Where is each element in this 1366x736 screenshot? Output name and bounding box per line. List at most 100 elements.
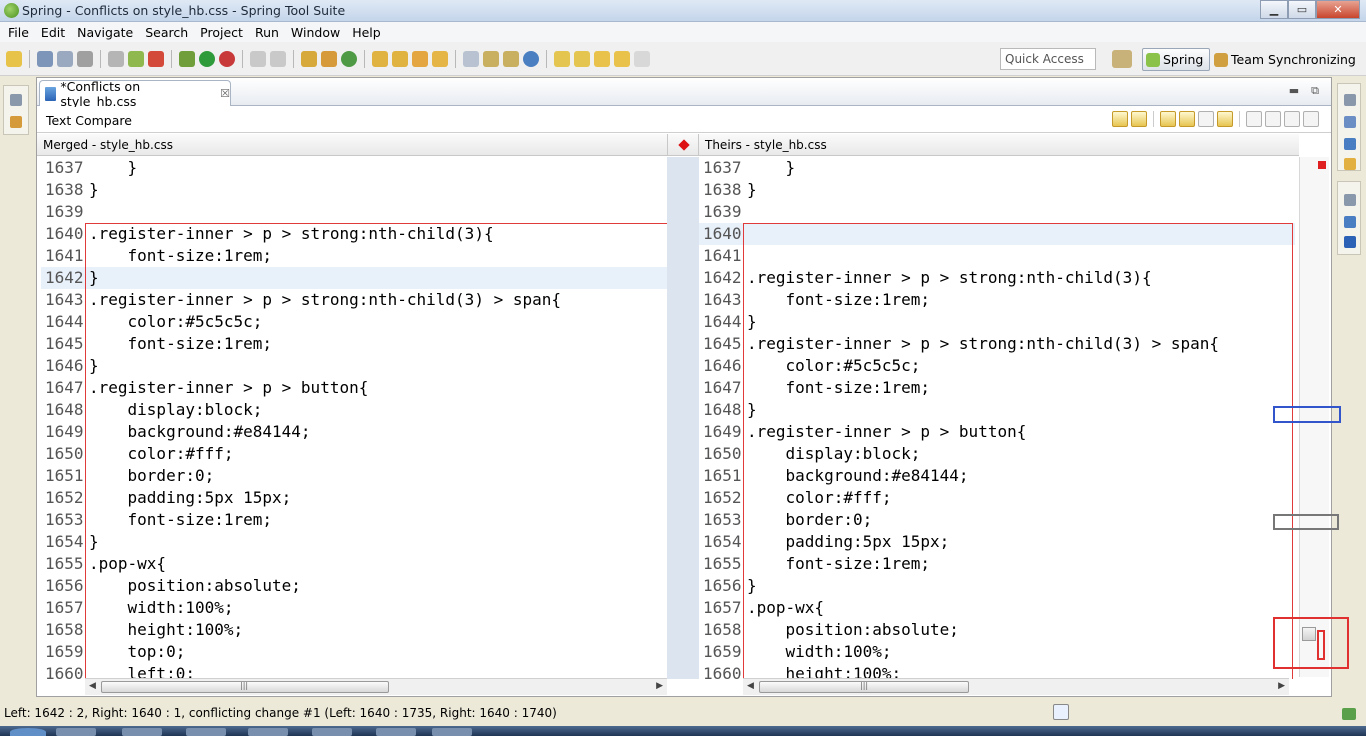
code-line[interactable]: 1639 (699, 201, 1295, 223)
code-line[interactable]: 1658 height:100%; (41, 619, 667, 641)
code-line[interactable]: 1647 font-size:1rem; (699, 377, 1295, 399)
menu-run[interactable]: Run (249, 25, 285, 40)
code-line[interactable]: 1659 width:100%; (699, 641, 1295, 663)
menu-help[interactable]: Help (346, 25, 387, 40)
vertical-scroll-thumb[interactable] (1302, 627, 1316, 641)
code-line[interactable]: 1649 background:#e84144; (41, 421, 667, 443)
debug-icon[interactable] (179, 51, 195, 67)
maximize-button[interactable]: ▭ (1288, 0, 1316, 19)
taskbar-item[interactable] (248, 728, 288, 736)
code-line[interactable]: 1641 font-size:1rem; (41, 245, 667, 267)
code-line[interactable]: 1651 background:#e84144; (699, 465, 1295, 487)
code-line[interactable]: 1646} (41, 355, 667, 377)
status-task-icon[interactable] (1053, 704, 1069, 720)
print-icon[interactable] (77, 51, 93, 67)
code-line[interactable]: 1657 .pop-wx{ (699, 597, 1295, 619)
next-annotation-icon[interactable] (554, 51, 570, 67)
code-line[interactable]: 1643 font-size:1rem; (699, 289, 1295, 311)
stop-icon[interactable] (250, 51, 266, 67)
annotation-icon[interactable] (483, 51, 499, 67)
package-explorer-icon[interactable] (10, 116, 22, 128)
taskbar-item[interactable] (376, 728, 416, 736)
previous-difference-icon[interactable] (1265, 111, 1281, 127)
grid-icon[interactable] (463, 51, 479, 67)
tab-close-icon[interactable]: ☒ (220, 87, 230, 100)
pen-icon[interactable] (412, 51, 428, 67)
folder-icon[interactable] (432, 51, 448, 67)
code-line[interactable]: 1650 display:block; (699, 443, 1295, 465)
right-scroll-thumb[interactable]: ||| (759, 681, 969, 693)
code-line[interactable]: 1648} (699, 399, 1295, 421)
right-horizontal-scrollbar[interactable]: ◀ ||| ▶ (743, 678, 1289, 695)
code-line[interactable]: 1648 display:block; (41, 399, 667, 421)
copy-right-icon[interactable] (1217, 111, 1233, 127)
previous-change-icon[interactable] (1303, 111, 1319, 127)
code-line[interactable]: 1651 border:0; (41, 465, 667, 487)
taskbar-item[interactable] (186, 728, 226, 736)
start-button[interactable] (10, 728, 46, 736)
copy-all-right-icon[interactable] (1179, 111, 1195, 127)
new-class-icon[interactable] (321, 51, 337, 67)
merged-code-pane[interactable]: 1637 } 1638} 1639 1640 .register-inner > p >… (41, 157, 667, 679)
scroll-right-arrow-icon[interactable]: ▶ (1278, 681, 1285, 691)
save-icon[interactable] (37, 51, 53, 67)
external-tools-icon[interactable] (219, 51, 235, 67)
code-line[interactable]: 1653 font-size:1rem; (41, 509, 667, 531)
task-list-icon[interactable] (1344, 116, 1356, 128)
binary-icon[interactable] (108, 51, 124, 67)
new-icon[interactable] (6, 51, 22, 67)
outline-icon[interactable] (1344, 138, 1356, 150)
annotation-prev-icon[interactable] (503, 51, 519, 67)
code-line[interactable]: 1660 height:100%; (699, 663, 1295, 679)
perspective-spring[interactable]: Spring (1142, 48, 1210, 71)
code-line[interactable]: 1643 .register-inner > p > strong:nth-chi… (41, 289, 667, 311)
code-line[interactable]: 1656} (699, 575, 1295, 597)
copy-left-icon[interactable] (1198, 111, 1214, 127)
code-line[interactable]: 1640 (699, 223, 1295, 245)
open-resource-icon[interactable] (392, 51, 408, 67)
minimize-editor-icon[interactable]: ▬ (1289, 84, 1299, 98)
code-line[interactable]: 1642 .register-inner > p > strong:nth-chi… (699, 267, 1295, 289)
disconnect-icon[interactable] (270, 51, 286, 67)
code-line[interactable]: 1637 } (41, 157, 667, 179)
browser-icon[interactable] (148, 51, 164, 67)
code-line[interactable]: 1654 padding:5px 15px; (699, 531, 1295, 553)
scroll-left-arrow-icon[interactable]: ◀ (89, 681, 96, 691)
open-type-icon[interactable] (372, 51, 388, 67)
menu-window[interactable]: Window (285, 25, 346, 40)
restore-icon[interactable] (10, 94, 22, 106)
restore-icon[interactable] (1344, 194, 1356, 206)
menu-project[interactable]: Project (194, 25, 249, 40)
code-line[interactable]: 1656 position:absolute; (41, 575, 667, 597)
run-icon[interactable] (199, 51, 215, 67)
hierarchy-icon[interactable] (1344, 216, 1356, 228)
call-hierarchy-icon[interactable] (1344, 236, 1356, 248)
menu-search[interactable]: Search (139, 25, 194, 40)
last-edit-icon[interactable] (594, 51, 610, 67)
maximize-editor-icon[interactable]: ⧉ (1311, 84, 1319, 98)
close-button[interactable]: ✕ (1316, 0, 1360, 19)
code-line[interactable]: 1642} (41, 267, 667, 289)
scroll-right-arrow-icon[interactable]: ▶ (656, 681, 663, 691)
code-line[interactable]: 1657 width:100%; (41, 597, 667, 619)
code-line[interactable]: 1659 top:0; (41, 641, 667, 663)
tab-conflicts-style-hb[interactable]: *Conflicts on style_hb.css ☒ (39, 79, 231, 109)
left-horizontal-scrollbar[interactable]: ◀ ||| ▶ (85, 678, 667, 695)
taskbar-item[interactable] (56, 728, 96, 736)
code-line[interactable]: 1647 .register-inner > p > button{ (41, 377, 667, 399)
menu-file[interactable]: File (2, 25, 35, 40)
code-line[interactable]: 1655 font-size:1rem; (699, 553, 1295, 575)
overview-conflict-marker[interactable] (1318, 161, 1326, 169)
code-line[interactable]: 1646 color:#5c5c5c; (699, 355, 1295, 377)
code-line[interactable]: 1655 .pop-wx{ (41, 553, 667, 575)
spring-explorer-icon[interactable] (1344, 158, 1356, 170)
menu-edit[interactable]: Edit (35, 25, 71, 40)
code-line[interactable]: 1652 color:#fff; (699, 487, 1295, 509)
forward-icon[interactable] (634, 51, 650, 67)
open-perspective-icon[interactable] (1112, 50, 1132, 68)
code-line[interactable]: 1641 (699, 245, 1295, 267)
code-line[interactable]: 1644} (699, 311, 1295, 333)
new-interface-icon[interactable] (341, 51, 357, 67)
code-line[interactable]: 1644 color:#5c5c5c; (41, 311, 667, 333)
code-line[interactable]: 1637 } (699, 157, 1295, 179)
